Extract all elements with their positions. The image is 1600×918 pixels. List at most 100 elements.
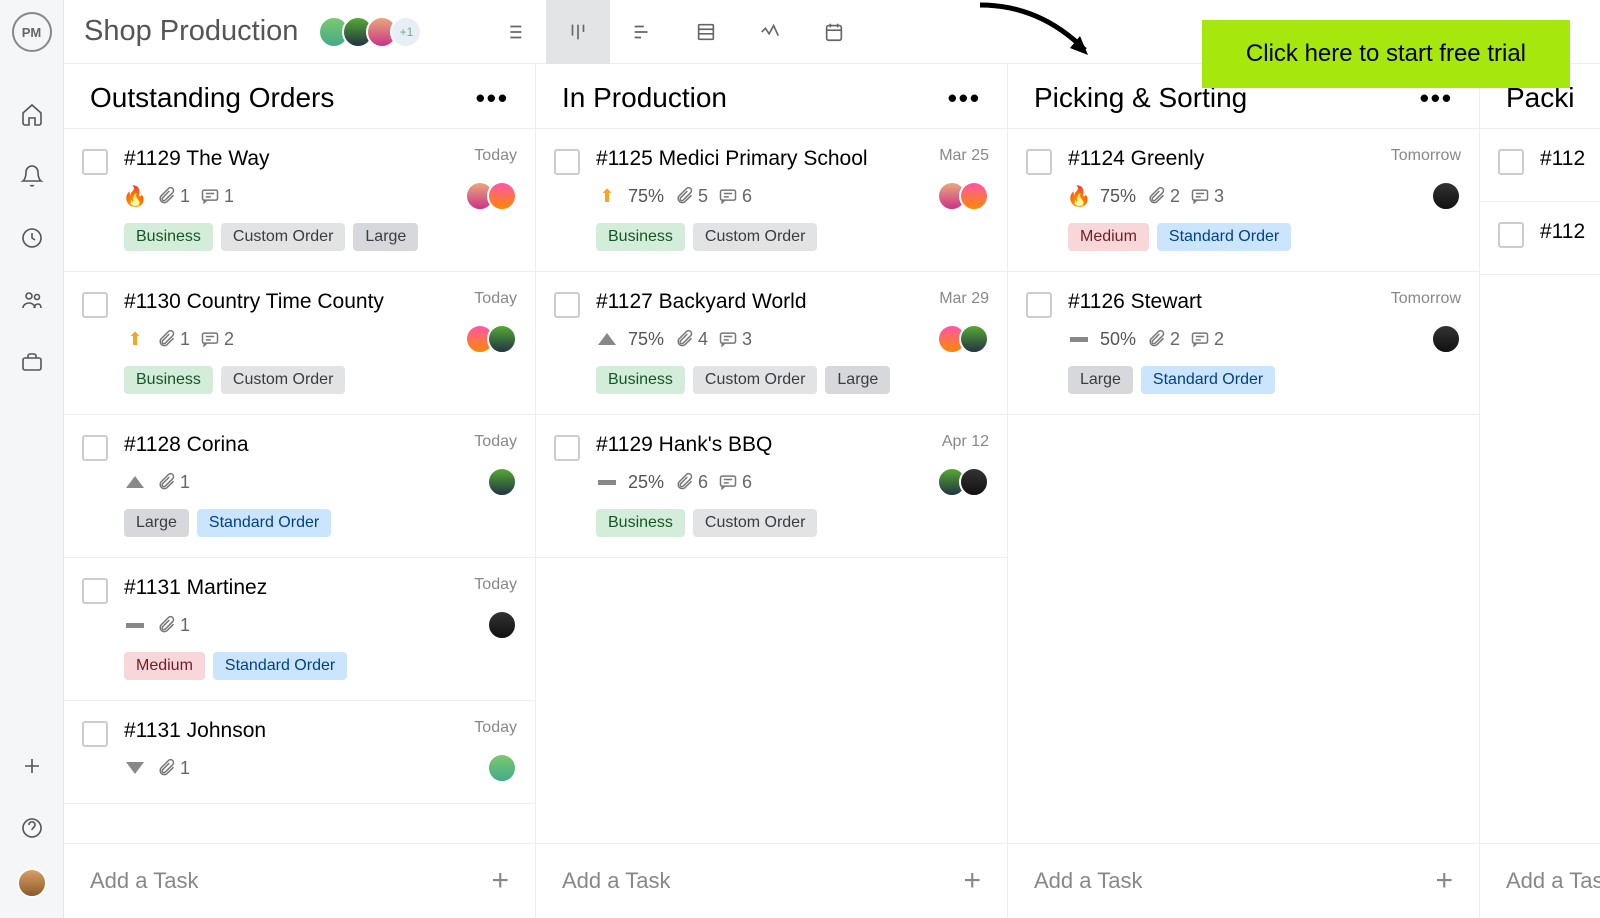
assignee-avatar[interactable] xyxy=(959,181,989,211)
checkbox[interactable] xyxy=(1498,149,1524,175)
attachments[interactable]: 1 xyxy=(156,758,190,779)
priority-triup-icon xyxy=(126,476,144,488)
attachments[interactable]: 6 xyxy=(674,472,708,493)
attachments[interactable]: 1 xyxy=(156,615,190,636)
tag[interactable]: Medium xyxy=(124,652,205,680)
comments[interactable]: 3 xyxy=(718,329,752,350)
add-task[interactable]: Add a Task + xyxy=(64,843,535,918)
tag[interactable]: Custom Order xyxy=(693,509,817,537)
card[interactable]: #1131 Martinez Today 1 MediumStandard Or… xyxy=(64,557,535,700)
tag[interactable]: Business xyxy=(596,366,685,394)
pm-logo[interactable]: PM xyxy=(12,12,52,52)
assignee-avatar[interactable] xyxy=(1431,181,1461,211)
checkbox[interactable] xyxy=(1026,292,1052,318)
checkbox[interactable] xyxy=(1026,149,1052,175)
card[interactable]: #1124 Greenly Tomorrow 🔥 75% 2 3 MediumS… xyxy=(1008,128,1479,271)
view-list[interactable] xyxy=(482,0,546,64)
tag[interactable]: Custom Order xyxy=(693,366,817,394)
tag[interactable]: Custom Order xyxy=(221,366,345,394)
tag[interactable]: Standard Order xyxy=(213,652,347,680)
attachments[interactable]: 1 xyxy=(156,472,190,493)
card[interactable]: #1130 Country Time County Today ⬆ 1 2 Bu… xyxy=(64,271,535,414)
add-task[interactable]: Add a Task + xyxy=(536,843,1007,918)
checkbox[interactable] xyxy=(82,149,108,175)
comments[interactable]: 2 xyxy=(1190,329,1224,350)
checkbox[interactable] xyxy=(82,292,108,318)
tag[interactable]: Large xyxy=(825,366,890,394)
tag[interactable]: Medium xyxy=(1068,223,1149,251)
member-stack[interactable]: +1 xyxy=(326,16,422,48)
user-avatar[interactable] xyxy=(17,868,47,898)
comments[interactable]: 2 xyxy=(200,329,234,350)
checkbox[interactable] xyxy=(82,721,108,747)
view-dashboard[interactable] xyxy=(738,0,802,64)
people-icon[interactable] xyxy=(10,278,54,322)
percent: 75% xyxy=(628,186,664,207)
cta-button[interactable]: Click here to start free trial xyxy=(1202,20,1570,88)
card[interactable]: #1129 Hank's BBQ Apr 12 25% 6 6 Business… xyxy=(536,414,1007,558)
comments[interactable]: 6 xyxy=(718,186,752,207)
add-icon[interactable] xyxy=(10,744,54,788)
tag[interactable]: Custom Order xyxy=(693,223,817,251)
card[interactable]: #1128 Corina Today 1 LargeStandard Order xyxy=(64,414,535,557)
home-icon[interactable] xyxy=(10,92,54,136)
comments[interactable]: 1 xyxy=(200,186,234,207)
checkbox[interactable] xyxy=(554,149,580,175)
checkbox[interactable] xyxy=(1498,222,1524,248)
bell-icon[interactable] xyxy=(10,154,54,198)
card[interactable]: #1125 Medici Primary School Mar 25 ⬆ 75%… xyxy=(536,128,1007,271)
attachments[interactable]: 2 xyxy=(1146,186,1180,207)
attachments[interactable]: 4 xyxy=(674,329,708,350)
assignee-avatar[interactable] xyxy=(487,467,517,497)
card[interactable]: #1127 Backyard World Mar 29 75% 4 3 Busi… xyxy=(536,271,1007,414)
priority-flame-icon: 🔥 xyxy=(123,184,148,209)
assignee-avatar[interactable] xyxy=(487,753,517,783)
card-title: #112 xyxy=(1540,147,1585,171)
assignee-avatar[interactable] xyxy=(487,181,517,211)
assignee-avatar[interactable] xyxy=(1431,324,1461,354)
tag[interactable]: Business xyxy=(124,366,213,394)
card[interactable]: #112 xyxy=(1480,128,1600,201)
assignee-avatar[interactable] xyxy=(487,610,517,640)
tag[interactable]: Standard Order xyxy=(1157,223,1291,251)
tag[interactable]: Custom Order xyxy=(221,223,345,251)
card[interactable]: #1131 Johnson Today 1 xyxy=(64,700,535,804)
help-icon[interactable] xyxy=(10,806,54,850)
tag[interactable]: Standard Order xyxy=(1141,366,1275,394)
attachments[interactable]: 1 xyxy=(156,329,190,350)
tag[interactable]: Business xyxy=(596,223,685,251)
view-sheet[interactable] xyxy=(674,0,738,64)
comments[interactable]: 3 xyxy=(1190,186,1224,207)
card[interactable]: #1129 The Way Today 🔥 1 1 BusinessCustom… xyxy=(64,128,535,271)
attachments[interactable]: 2 xyxy=(1146,329,1180,350)
add-task[interactable]: Add a Task + xyxy=(1480,843,1600,918)
tag[interactable]: Standard Order xyxy=(197,509,331,537)
assignee-avatar[interactable] xyxy=(487,324,517,354)
assignee-avatar[interactable] xyxy=(959,467,989,497)
checkbox[interactable] xyxy=(82,578,108,604)
tag[interactable]: Large xyxy=(1068,366,1133,394)
checkbox[interactable] xyxy=(554,292,580,318)
attachments[interactable]: 1 xyxy=(156,186,190,207)
checkbox[interactable] xyxy=(82,435,108,461)
view-calendar[interactable] xyxy=(802,0,866,64)
column-menu-icon[interactable]: ••• xyxy=(476,83,509,114)
view-gantt[interactable] xyxy=(610,0,674,64)
briefcase-icon[interactable] xyxy=(10,340,54,384)
card-date: Today xyxy=(474,147,517,165)
comments[interactable]: 6 xyxy=(718,472,752,493)
assignee-avatar[interactable] xyxy=(959,324,989,354)
tag[interactable]: Business xyxy=(124,223,213,251)
attachments[interactable]: 5 xyxy=(674,186,708,207)
tag[interactable]: Large xyxy=(124,509,189,537)
tag[interactable]: Business xyxy=(596,509,685,537)
tag[interactable]: Large xyxy=(353,223,418,251)
clock-icon[interactable] xyxy=(10,216,54,260)
card[interactable]: #1126 Stewart Tomorrow 50% 2 2 LargeStan… xyxy=(1008,271,1479,415)
column-menu-icon[interactable]: ••• xyxy=(948,83,981,114)
add-task[interactable]: Add a Task + xyxy=(1008,843,1479,918)
view-board[interactable] xyxy=(546,0,610,64)
card[interactable]: #112 xyxy=(1480,201,1600,275)
more-members[interactable]: +1 xyxy=(390,16,422,48)
checkbox[interactable] xyxy=(554,435,580,461)
